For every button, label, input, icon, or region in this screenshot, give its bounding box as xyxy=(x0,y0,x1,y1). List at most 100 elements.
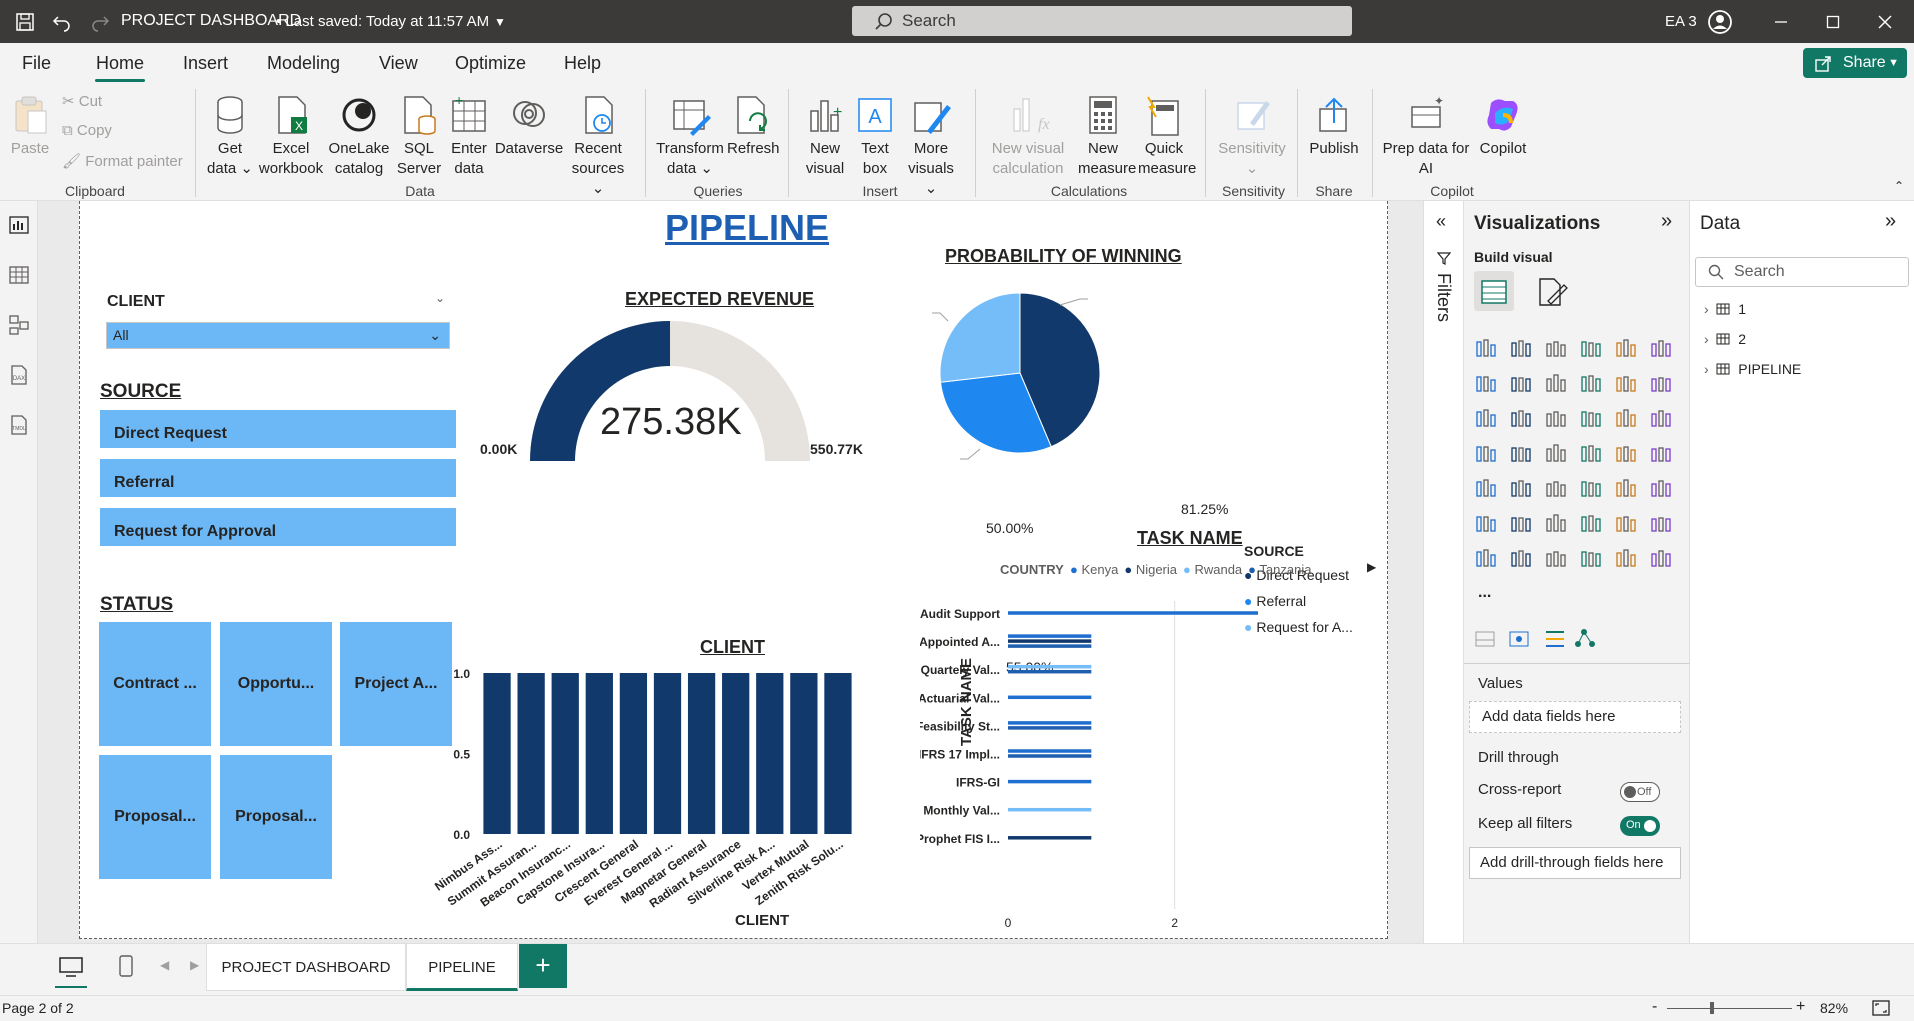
data-table-item[interactable]: › PIPELINE xyxy=(1704,361,1801,377)
ribbon-chart-icon[interactable] xyxy=(1474,406,1498,430)
table-icon[interactable] xyxy=(1579,476,1603,500)
table-view-icon[interactable] xyxy=(7,263,31,287)
build-visual-tab[interactable] xyxy=(1474,271,1514,311)
undo-icon[interactable] xyxy=(42,0,82,43)
qna-icon[interactable] xyxy=(1579,511,1603,535)
chevron-down-icon[interactable]: ⌄ xyxy=(435,291,445,305)
format-visual-icon[interactable] xyxy=(1534,275,1568,309)
task-bar[interactable] xyxy=(1008,664,1092,669)
decomposition-tree-icon[interactable] xyxy=(1544,511,1568,535)
client-bar[interactable] xyxy=(517,673,545,834)
paste-button[interactable]: Paste xyxy=(8,93,52,159)
stacked-bar-chart-icon[interactable] xyxy=(1474,336,1498,360)
dax-query-view-icon[interactable]: DAX xyxy=(7,363,31,387)
desktop-layout-icon[interactable] xyxy=(58,956,84,978)
filled-map-icon[interactable] xyxy=(1544,441,1568,465)
copy-button[interactable]: ⧉ Copy xyxy=(62,122,112,139)
task-bar[interactable] xyxy=(1008,695,1092,700)
keep-filters-toggle[interactable]: On xyxy=(1620,816,1660,836)
card-icon[interactable] xyxy=(1649,441,1673,465)
cross-report-toggle[interactable]: Off xyxy=(1620,782,1660,802)
publish-button[interactable]: Publish xyxy=(1308,93,1360,159)
analytics-well-icon[interactable] xyxy=(1546,631,1564,647)
client-bar[interactable] xyxy=(585,673,613,834)
refresh-button[interactable]: Refresh xyxy=(727,93,780,159)
sql-server-button[interactable]: SQL Server xyxy=(395,93,443,179)
data-table-item[interactable]: › 1 xyxy=(1704,301,1746,317)
multi-row-card-icon[interactable] xyxy=(1474,476,1498,500)
more-visuals-button[interactable]: More visuals ⌄ xyxy=(902,93,960,199)
task-bar[interactable] xyxy=(1008,669,1092,674)
status-tile[interactable]: Proposal... xyxy=(220,755,332,879)
format-well-icon[interactable] xyxy=(1509,631,1529,647)
expand-filters-icon[interactable]: « xyxy=(1436,211,1446,232)
client-bar-chart[interactable]: 0.00.51.0Nimbus Ass...Summit Assuran...B… xyxy=(420,661,870,931)
clustered-bar-chart-icon[interactable] xyxy=(1544,336,1568,360)
zoom-slider-track[interactable] xyxy=(1667,1008,1792,1009)
client-bar[interactable] xyxy=(483,673,511,834)
r-visual-icon[interactable] xyxy=(1649,476,1673,500)
data-search-input[interactable]: Search xyxy=(1695,257,1909,287)
text-box-button[interactable]: A Text box xyxy=(852,93,898,179)
values-drop-zone[interactable]: Add data fields here xyxy=(1469,701,1681,733)
client-bar[interactable] xyxy=(790,673,818,834)
data-table-item[interactable]: › 2 xyxy=(1704,331,1746,347)
client-bar[interactable] xyxy=(756,673,784,834)
model-view-icon[interactable] xyxy=(7,313,31,337)
menu-insert[interactable]: Insert xyxy=(183,53,228,74)
scatter-chart-icon[interactable] xyxy=(1579,406,1603,430)
account-icon[interactable] xyxy=(1700,0,1740,43)
copilot-button[interactable]: Copilot xyxy=(1474,93,1532,159)
menu-modeling[interactable]: Modeling xyxy=(267,53,340,74)
more-visuals-ellipsis[interactable]: ... xyxy=(1478,584,1491,602)
get-data-button[interactable]: Get data ⌄ xyxy=(205,93,255,179)
power-automate-icon[interactable] xyxy=(1544,546,1568,570)
stacked-area-chart-icon[interactable] xyxy=(1544,371,1568,395)
search-input[interactable]: Search xyxy=(852,6,1352,36)
probability-pie-chart[interactable] xyxy=(910,281,1230,471)
collapse-ribbon-icon[interactable]: ⌃ xyxy=(1894,179,1904,193)
decomposition-well-icon[interactable] xyxy=(1575,629,1595,647)
key-influencers-icon[interactable] xyxy=(1509,511,1533,535)
expected-revenue-gauge[interactable] xyxy=(520,311,820,471)
power-query-icon[interactable] xyxy=(1614,546,1638,570)
cut-button[interactable]: ✂ Cut xyxy=(62,92,102,110)
recent-sources-button[interactable]: Recent sources ⌄ xyxy=(565,93,631,199)
new-visual-button[interactable]: + New visual xyxy=(800,93,850,179)
task-bar[interactable] xyxy=(1008,779,1092,784)
azure-ml-icon[interactable] xyxy=(1579,546,1603,570)
zoom-in-button[interactable]: + xyxy=(1796,998,1805,1016)
legend-next-icon[interactable]: ▶ xyxy=(1367,560,1376,574)
stacked-column-chart-icon[interactable] xyxy=(1509,336,1533,360)
minimize-icon[interactable] xyxy=(1761,0,1801,43)
add-page-button[interactable]: + xyxy=(519,944,567,988)
drill-through-drop-zone[interactable]: Add drill-through fields here xyxy=(1469,847,1681,879)
sensitivity-button[interactable]: Sensitivity ⌄ xyxy=(1215,93,1289,179)
waterfall-chart-icon[interactable] xyxy=(1509,406,1533,430)
100-bar-chart-icon[interactable] xyxy=(1614,336,1638,360)
task-bar[interactable] xyxy=(1008,807,1092,812)
source-direct-request[interactable]: Direct Request xyxy=(99,409,457,449)
scroll-right-icon[interactable]: ▶ xyxy=(190,958,199,972)
client-bar[interactable] xyxy=(653,673,682,834)
source-referral[interactable]: Referral xyxy=(99,458,457,498)
line-clustered-column-icon[interactable] xyxy=(1649,371,1673,395)
donut-chart-icon[interactable] xyxy=(1649,406,1673,430)
task-bar[interactable] xyxy=(1008,836,1092,840)
fields-well-icon[interactable] xyxy=(1475,631,1495,647)
task-legend-item[interactable]: ● Kenya xyxy=(1070,562,1118,577)
new-visual-calculation-button[interactable]: fx New visual calculation xyxy=(984,93,1072,179)
task-bar[interactable] xyxy=(1008,639,1092,643)
onelake-catalog-button[interactable]: OneLake catalog xyxy=(328,93,390,179)
page-tab[interactable]: PROJECT DASHBOARD xyxy=(206,944,406,991)
redo-icon[interactable] xyxy=(80,0,120,43)
paginated-report-icon[interactable] xyxy=(1614,511,1638,535)
menu-view[interactable]: View xyxy=(379,53,418,74)
zoom-out-button[interactable]: - xyxy=(1652,998,1657,1016)
maximize-icon[interactable] xyxy=(1813,0,1853,43)
task-bar[interactable] xyxy=(1008,754,1092,758)
client-bar[interactable] xyxy=(619,673,648,834)
task-legend-item[interactable]: ● Rwanda xyxy=(1183,562,1242,577)
page-tab-active[interactable]: PIPELINE xyxy=(406,944,518,991)
tmdl-view-icon[interactable]: TMDL xyxy=(7,413,31,437)
